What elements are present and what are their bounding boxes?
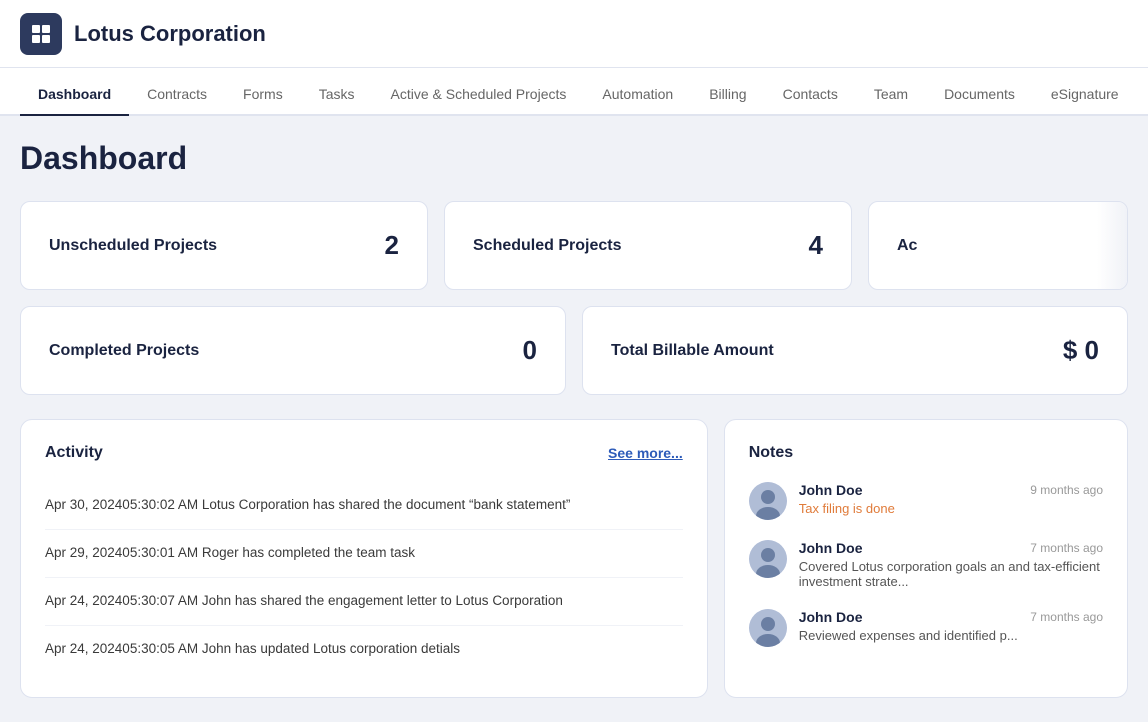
active-projects-card-partial: Ac xyxy=(868,201,1128,290)
note-item: John Doe 9 months ago Tax filing is done xyxy=(749,482,1103,520)
notes-title: Notes xyxy=(749,444,1103,462)
note-content: John Doe 7 months ago Reviewed expenses … xyxy=(799,609,1103,647)
avatar xyxy=(749,482,787,520)
nav-item-active-scheduled[interactable]: Active & Scheduled Projects xyxy=(373,74,585,116)
completed-projects-value: 0 xyxy=(523,335,537,366)
note-time: 7 months ago xyxy=(1030,541,1103,555)
scheduled-projects-card: Scheduled Projects 4 xyxy=(444,201,852,290)
nav-bar: Dashboard Contracts Forms Tasks Active &… xyxy=(0,68,1148,116)
note-item: John Doe 7 months ago Covered Lotus corp… xyxy=(749,540,1103,589)
activity-item: Apr 29, 2024​05:30:01 AM Roger has compl… xyxy=(45,530,683,578)
nav-item-automation[interactable]: Automation xyxy=(584,74,691,116)
active-projects-label: Ac xyxy=(897,237,917,255)
unscheduled-projects-card: Unscheduled Projects 2 xyxy=(20,201,428,290)
activity-item: Apr 24, 2024​05:30:07 AM John has shared… xyxy=(45,578,683,626)
main-content: Dashboard Unscheduled Projects 2 Schedul… xyxy=(0,116,1148,722)
completed-projects-card: Completed Projects 0 xyxy=(20,306,566,395)
note-text: Reviewed expenses and identified p... xyxy=(799,628,1103,643)
bottom-row: Activity See more... Apr 30, 2024​05:30:… xyxy=(20,419,1128,698)
note-text: Covered Lotus corporation goals an and t… xyxy=(799,559,1103,589)
note-header-row: John Doe 9 months ago xyxy=(799,482,1103,498)
note-text: Tax filing is done xyxy=(799,501,1103,516)
note-author: John Doe xyxy=(799,540,863,556)
note-content: John Doe 7 months ago Covered Lotus corp… xyxy=(799,540,1103,589)
activity-item: Apr 30, 2024​05:30:02 AM Lotus Corporati… xyxy=(45,482,683,530)
unscheduled-projects-label: Unscheduled Projects xyxy=(49,237,217,255)
activity-title: Activity xyxy=(45,444,103,462)
company-name: Lotus Corporation xyxy=(74,21,266,47)
activity-header: Activity See more... xyxy=(45,444,683,462)
logo-wrap: Lotus Corporation xyxy=(20,13,266,55)
nav-item-documents[interactable]: Documents xyxy=(926,74,1033,116)
header: Lotus Corporation xyxy=(0,0,1148,68)
note-time: 9 months ago xyxy=(1030,483,1103,497)
nav-item-billing[interactable]: Billing xyxy=(691,74,764,116)
completed-projects-label: Completed Projects xyxy=(49,342,199,360)
total-billable-card: Total Billable Amount $ 0 xyxy=(582,306,1128,395)
activity-item: Apr 24, 2024​05:30:05 AM John has update… xyxy=(45,626,683,673)
see-more-link[interactable]: See more... xyxy=(608,445,683,461)
note-item: John Doe 7 months ago Reviewed expenses … xyxy=(749,609,1103,647)
nav-item-forms[interactable]: Forms xyxy=(225,74,301,116)
nav-item-esignature[interactable]: eSignature xyxy=(1033,74,1137,116)
note-content: John Doe 9 months ago Tax filing is done xyxy=(799,482,1103,520)
nav-item-contacts[interactable]: Contacts xyxy=(765,74,856,116)
nav-item-contracts[interactable]: Contracts xyxy=(129,74,225,116)
notes-panel: Notes John Doe 9 months ago Tax filing i… xyxy=(724,419,1128,698)
note-header-row: John Doe 7 months ago xyxy=(799,609,1103,625)
avatar xyxy=(749,540,787,578)
page-title: Dashboard xyxy=(20,140,1128,177)
note-author: John Doe xyxy=(799,482,863,498)
note-time: 7 months ago xyxy=(1030,610,1103,624)
activity-panel: Activity See more... Apr 30, 2024​05:30:… xyxy=(20,419,708,698)
note-author: John Doe xyxy=(799,609,863,625)
total-billable-value: $ 0 xyxy=(1063,335,1099,366)
scheduled-projects-value: 4 xyxy=(809,230,823,261)
stats-row-1: Unscheduled Projects 2 Scheduled Project… xyxy=(20,201,1128,290)
note-header-row: John Doe 7 months ago xyxy=(799,540,1103,556)
stats-row-2: Completed Projects 0 Total Billable Amou… xyxy=(20,306,1128,395)
scheduled-projects-label: Scheduled Projects xyxy=(473,237,622,255)
avatar xyxy=(749,609,787,647)
total-billable-label: Total Billable Amount xyxy=(611,342,774,360)
unscheduled-projects-value: 2 xyxy=(385,230,399,261)
nav-item-tasks[interactable]: Tasks xyxy=(301,74,373,116)
logo-icon xyxy=(20,13,62,55)
nav-item-dashboard[interactable]: Dashboard xyxy=(20,74,129,116)
nav-item-team[interactable]: Team xyxy=(856,74,926,116)
